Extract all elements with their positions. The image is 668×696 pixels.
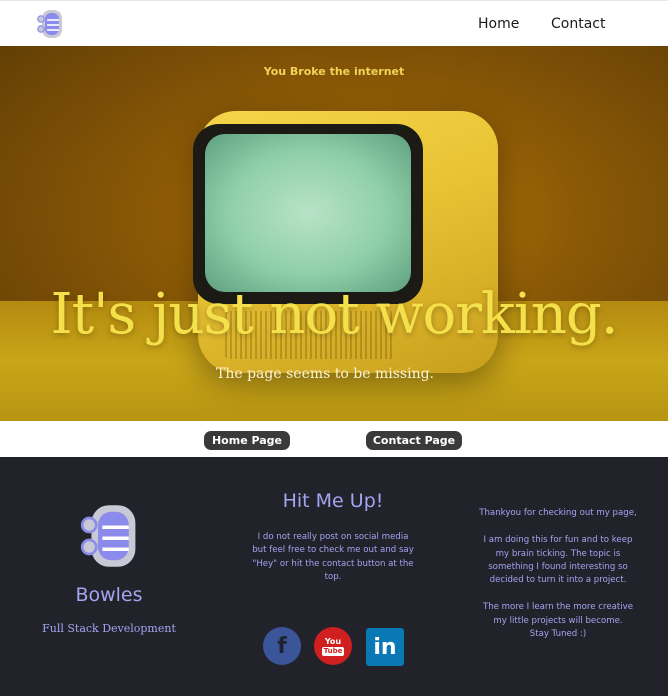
hero-banner: You Broke the internet It's just not wor… [0, 46, 668, 421]
footer-role: Full Stack Development [42, 622, 176, 635]
action-buttons: Home Page Contact Page [0, 421, 668, 457]
youtube-tube-text: Tube [321, 646, 345, 656]
footer-heading: Hit Me Up! [282, 490, 384, 512]
site-footer: Bowles Full Stack Development Hit Me Up!… [0, 457, 668, 696]
youtube-you-text: You [324, 636, 342, 646]
linkedin-icon[interactable]: in [366, 628, 404, 666]
footer-body-text: I do not really post on social media but… [252, 532, 414, 583]
youtube-icon[interactable]: You Tube [314, 627, 352, 665]
thanks-line: The more I learn the more creative my li… [482, 602, 634, 626]
home-page-button[interactable]: Home Page [204, 431, 290, 450]
footer-stay-tuned: Stay Tuned :) [529, 629, 587, 639]
linkedin-glyph: in [373, 634, 397, 660]
hero-tagline: You Broke the internet [263, 65, 405, 78]
database-stack-icon [80, 505, 136, 567]
contact-page-button[interactable]: Contact Page [366, 431, 462, 450]
footer-brand: Bowles [75, 584, 143, 606]
thanks-line: I am doing this for fun and to keep my b… [483, 535, 633, 586]
nav-contact-link[interactable]: Contact [551, 16, 605, 32]
nav-home-link[interactable]: Home [478, 16, 519, 32]
top-header: Home Contact [0, 0, 668, 46]
facebook-icon[interactable]: f [263, 627, 301, 665]
thanks-line: Thankyou for checking out my page, [479, 508, 637, 519]
tv-screen [205, 134, 411, 292]
database-stack-icon[interactable] [36, 9, 64, 39]
hero-title: It's just not working. [50, 282, 618, 347]
hero-subtitle: The page seems to be missing. [216, 366, 434, 382]
footer-thanks-text: Thankyou for checking out my page, I am … [476, 494, 640, 641]
facebook-glyph: f [277, 633, 287, 659]
